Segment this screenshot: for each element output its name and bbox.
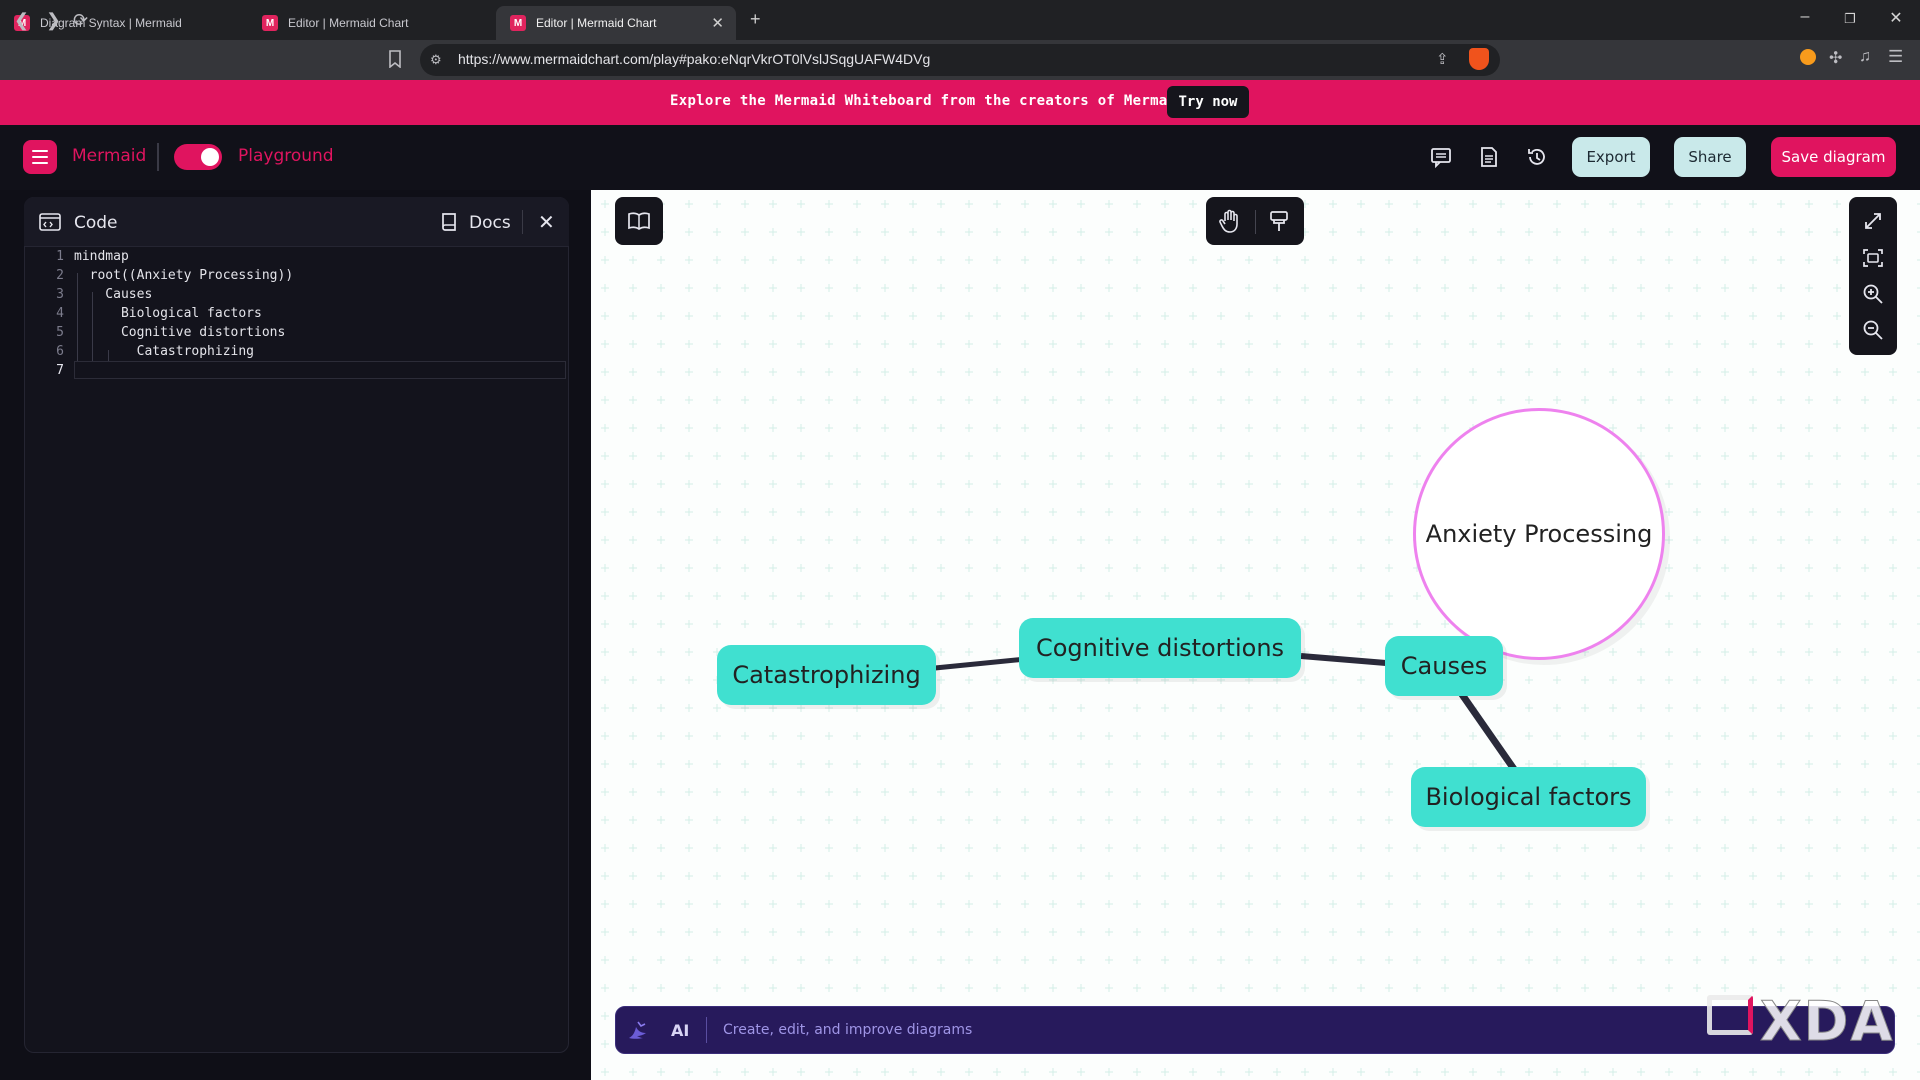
docs-button[interactable]: Docs — [469, 213, 511, 233]
tab-title: Editor | Mermaid Chart — [536, 16, 657, 30]
code-line[interactable]: Biological factors — [74, 306, 262, 321]
mindmap-node-causes[interactable]: Causes — [1385, 636, 1503, 696]
line-number: 1 — [56, 249, 64, 264]
zoom-in-icon[interactable] — [1862, 283, 1884, 310]
back-icon[interactable]: ❮ — [14, 10, 29, 31]
restore-icon[interactable]: ❐ — [1830, 11, 1870, 27]
line-number: 6 — [56, 344, 64, 359]
tab-title: Editor | Mermaid Chart — [288, 16, 409, 30]
current-line-highlight — [74, 361, 566, 379]
browser-menu-icon[interactable]: ☰ — [1888, 47, 1903, 67]
tab-title: Diagram Syntax | Mermaid — [40, 16, 182, 30]
hand-pan-icon[interactable] — [1218, 208, 1242, 239]
toggle-knob — [201, 148, 219, 166]
media-icon[interactable]: ♫ — [1859, 48, 1871, 66]
minimize-icon[interactable]: – — [1785, 8, 1825, 26]
brand-link[interactable]: Mermaid — [72, 146, 146, 166]
share-button[interactable]: Share — [1674, 137, 1746, 177]
banner-text: Explore the Mermaid Whiteboard from the … — [670, 93, 1185, 109]
try-now-button[interactable]: Try now — [1167, 86, 1249, 118]
code-panel-title: Code — [74, 213, 118, 233]
code-line[interactable]: root((Anxiety Processing)) — [74, 268, 294, 283]
code-header-divider — [522, 210, 523, 234]
node-label: Biological factors — [1425, 783, 1632, 811]
node-label: Causes — [1400, 652, 1488, 680]
extensions-icon[interactable]: ✣ — [1829, 48, 1842, 68]
edge-causes-biological — [1458, 691, 1519, 774]
toolbar-divider — [1255, 210, 1256, 234]
reload-icon[interactable]: ⟳ — [73, 10, 88, 31]
close-panel-icon[interactable]: ✕ — [538, 210, 555, 235]
share-page-icon[interactable]: ⇪ — [1436, 50, 1449, 68]
document-icon[interactable] — [1474, 142, 1504, 172]
comments-icon[interactable] — [1426, 142, 1456, 172]
ai-label: AI — [671, 1021, 690, 1040]
forward-icon[interactable]: ❯ — [46, 10, 61, 31]
xda-watermark: XDA — [1759, 990, 1895, 1054]
browser-tab-2[interactable]: M Editor | Mermaid Chart — [248, 6, 488, 40]
code-icon — [39, 213, 61, 236]
expand-icon[interactable] — [1862, 210, 1884, 237]
root-label: Anxiety Processing — [1425, 520, 1653, 548]
header-divider — [157, 143, 159, 171]
export-button[interactable]: Export — [1572, 137, 1650, 177]
zoom-out-icon[interactable] — [1862, 319, 1884, 346]
site-settings-icon[interactable]: ⚙ — [430, 52, 442, 68]
edge-cognitive-causes — [1300, 653, 1387, 666]
browser-tab-3-active[interactable]: M Editor | Mermaid Chart ✕ — [496, 6, 736, 40]
code-line[interactable]: mindmap — [74, 249, 129, 264]
code-line[interactable]: Cognitive distortions — [74, 325, 285, 340]
mindmap-node-cognitive-distortions[interactable]: Cognitive distortions — [1019, 618, 1301, 678]
rewards-icon[interactable] — [1800, 49, 1816, 65]
save-diagram-button[interactable]: Save diagram — [1771, 137, 1896, 177]
line-number: 7 — [56, 363, 64, 378]
fit-to-screen-icon[interactable] — [1862, 247, 1884, 274]
node-label: Cognitive distortions — [1035, 634, 1285, 662]
bookmark-icon[interactable] — [388, 50, 402, 73]
history-icon[interactable] — [1522, 142, 1552, 172]
url-text[interactable]: https://www.mermaidchart.com/play#pako:e… — [458, 51, 930, 67]
paint-brush-icon[interactable] — [1268, 210, 1290, 239]
playground-label: Playground — [238, 146, 334, 166]
mindmap-node-catastrophizing[interactable]: Catastrophizing — [717, 645, 936, 705]
code-line[interactable]: Catastrophizing — [74, 344, 254, 359]
ai-divider — [706, 1017, 707, 1043]
mermaid-favicon: M — [510, 15, 526, 31]
close-window-icon[interactable]: ✕ — [1876, 8, 1916, 28]
line-number: 4 — [56, 306, 64, 321]
line-number: 5 — [56, 325, 64, 340]
mermaid-tail-icon — [626, 1018, 652, 1047]
close-tab-icon[interactable]: ✕ — [711, 14, 724, 32]
brave-shield-icon[interactable] — [1469, 48, 1489, 70]
new-tab-button[interactable]: + — [750, 9, 761, 30]
line-number: 3 — [56, 287, 64, 302]
code-line[interactable]: Causes — [74, 287, 152, 302]
hamburger-menu-button[interactable] — [23, 140, 57, 174]
mindmap-node-biological-factors[interactable]: Biological factors — [1411, 767, 1646, 827]
xda-logo-mark — [1707, 995, 1753, 1035]
node-label: Catastrophizing — [732, 661, 921, 689]
docs-book-icon[interactable] — [440, 212, 458, 237]
mindmap-root-node[interactable]: Anxiety Processing — [1413, 408, 1665, 660]
ai-prompt-input[interactable]: Create, edit, and improve diagrams — [723, 1022, 972, 1038]
browser-tab-1[interactable]: M Diagram Syntax | Mermaid — [0, 6, 240, 40]
mermaid-favicon: M — [262, 15, 278, 31]
line-number: 2 — [56, 268, 64, 283]
open-book-icon — [627, 210, 651, 237]
